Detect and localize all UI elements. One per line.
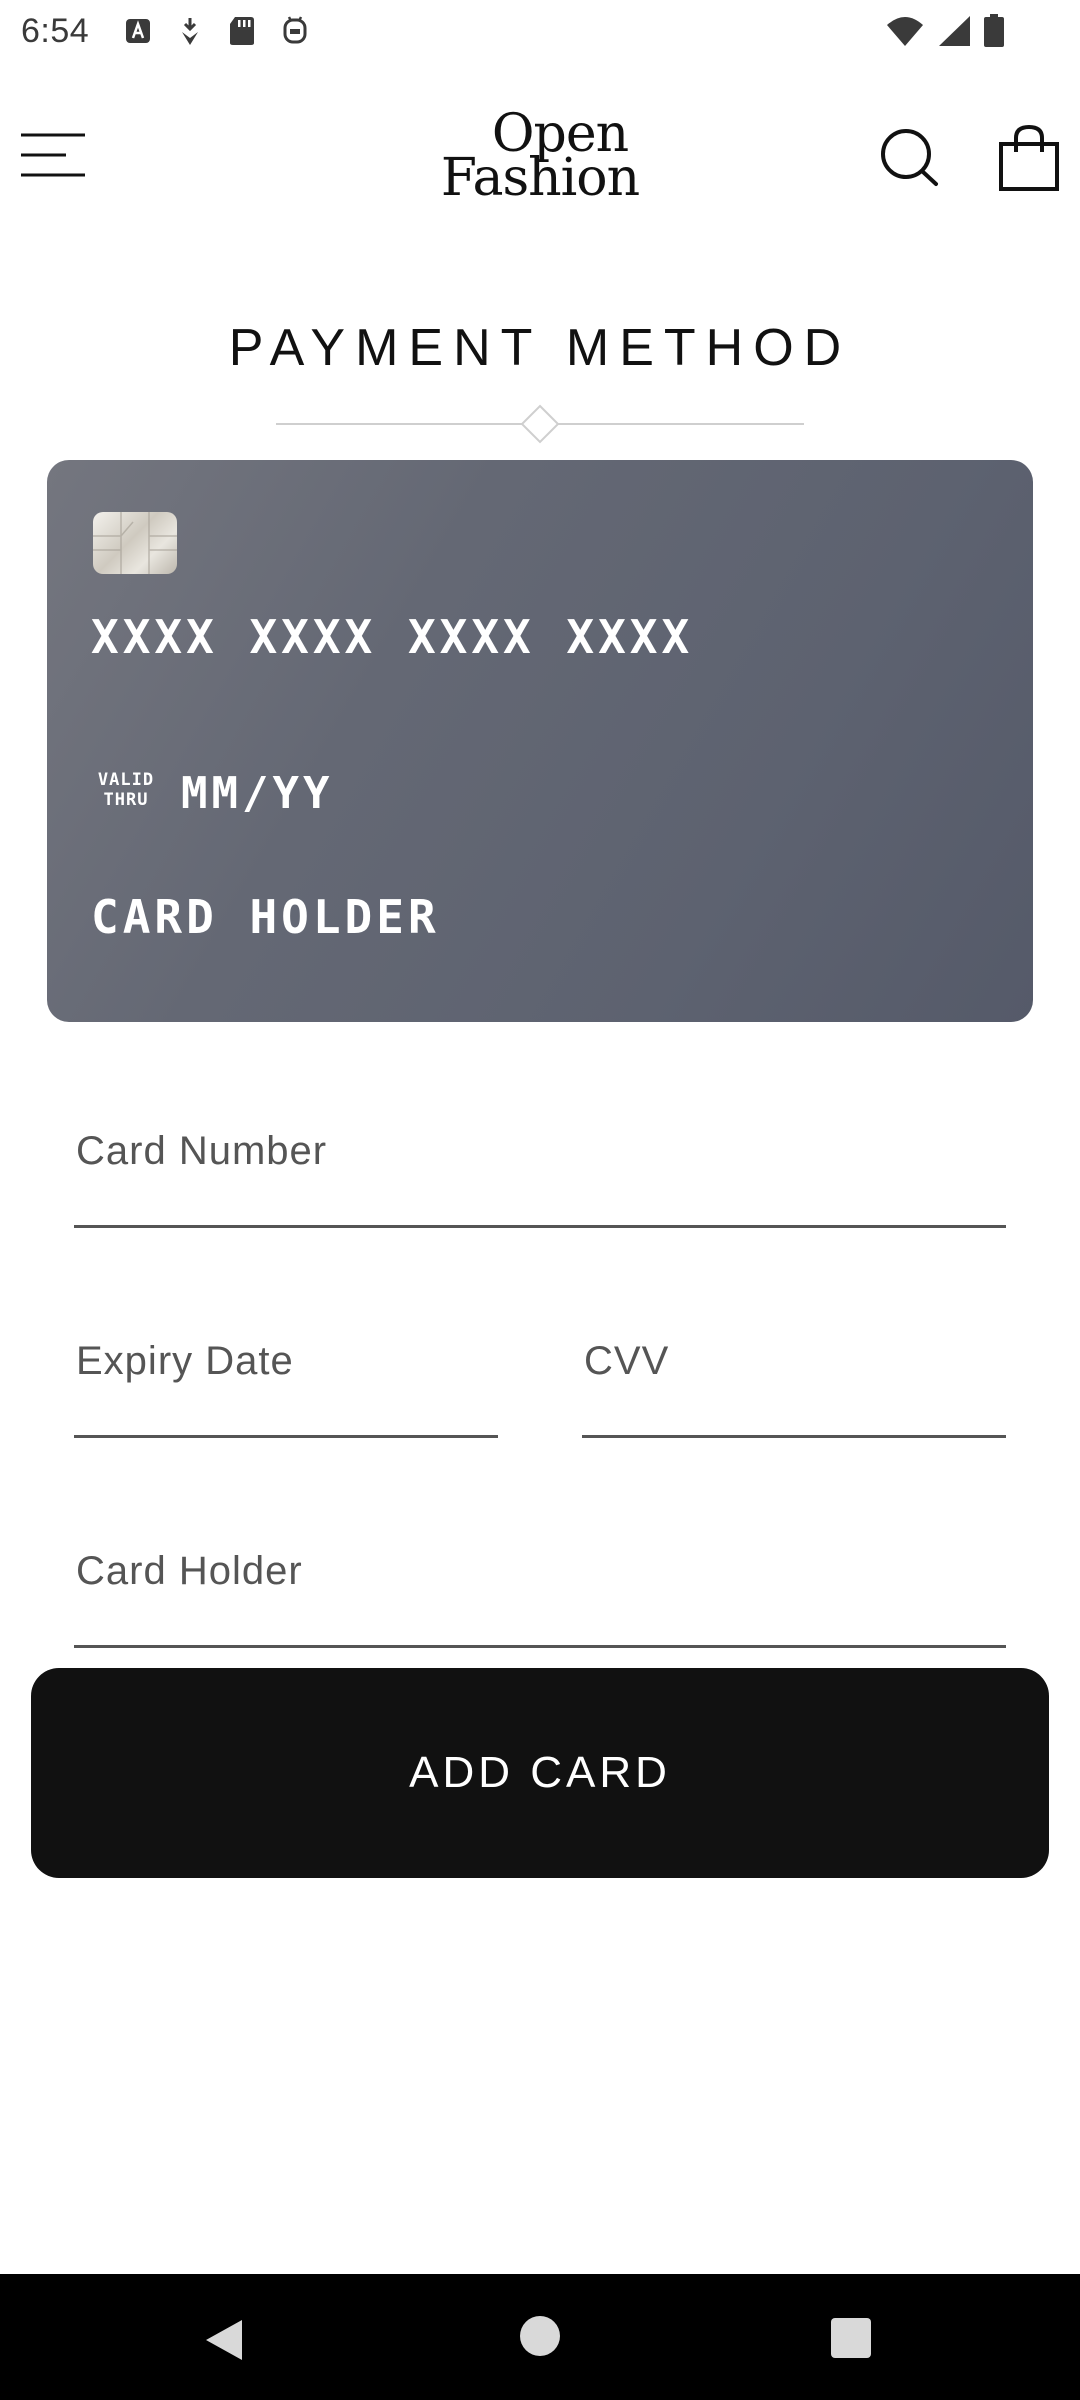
- status-system-icons: [885, 14, 1005, 48]
- back-icon[interactable]: [202, 2318, 246, 2362]
- card-number-input[interactable]: [74, 1123, 1006, 1179]
- thru-label: THRU: [103, 790, 149, 810]
- add-card-button[interactable]: ADD CARD: [31, 1668, 1049, 1878]
- card-holder-preview: CARD HOLDER: [91, 890, 440, 944]
- recent-apps-icon[interactable]: [831, 2318, 871, 2358]
- valid-thru-label: VALID THRU: [91, 770, 161, 810]
- system-nav-bar: [0, 2274, 1080, 2400]
- status-time: 6:54: [21, 12, 90, 50]
- page-title: PAYMENT METHOD: [228, 319, 852, 377]
- card-number-field[interactable]: [74, 1123, 1006, 1228]
- chip-icon: [93, 512, 177, 574]
- logo-line-2: Fashion: [440, 148, 640, 208]
- card-number-preview: XXXX XXXX XXXX XXXX: [91, 610, 694, 664]
- card-preview: XXXX XXXX XXXX XXXX VALID THRU MM/YY CAR…: [47, 460, 1033, 1022]
- cvv-input[interactable]: [582, 1333, 1006, 1389]
- android-icon: [283, 16, 307, 44]
- cvv-field[interactable]: [582, 1330, 1006, 1438]
- cell-signal-icon: [939, 16, 970, 46]
- status-bar: 6:54: [0, 0, 1080, 64]
- valid-label: VALID: [97, 770, 155, 790]
- screen: 6:54 Open Fashion PAYMENT METHOD XXXX XX…: [0, 0, 1080, 2400]
- app-logo[interactable]: Open Fashion: [430, 108, 650, 208]
- font-a-icon: [126, 19, 150, 43]
- home-icon[interactable]: [520, 2316, 560, 2356]
- cart-button[interactable]: [998, 124, 1060, 192]
- expiry-date-field[interactable]: [74, 1330, 498, 1438]
- shopping-bag-icon: [999, 124, 1059, 191]
- card-expiry-preview: MM/YY: [181, 768, 334, 819]
- expiry-date-input[interactable]: [74, 1333, 498, 1389]
- card-holder-input[interactable]: [74, 1543, 1006, 1599]
- menu-button[interactable]: [20, 130, 86, 180]
- sd-card-icon: [230, 17, 254, 45]
- wifi-icon: [887, 17, 923, 46]
- battery-icon: [984, 14, 1004, 47]
- card-holder-field[interactable]: [74, 1540, 1006, 1648]
- status-notification-icons: [125, 16, 309, 46]
- search-button[interactable]: [878, 126, 942, 190]
- title-divider: [276, 404, 804, 444]
- download-icon: [182, 18, 198, 45]
- menu-icon: [21, 133, 85, 177]
- search-icon: [881, 129, 938, 186]
